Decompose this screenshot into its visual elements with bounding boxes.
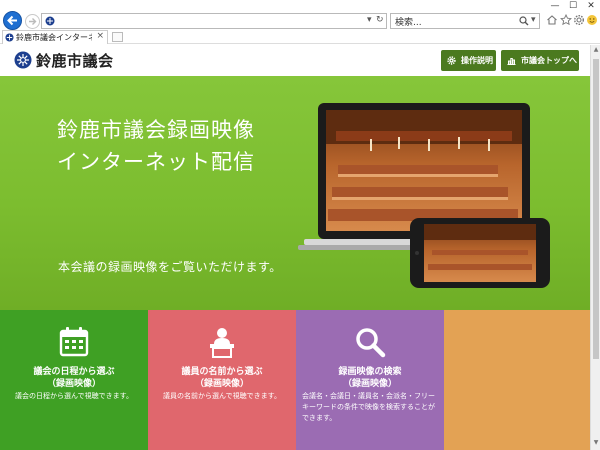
home-icon[interactable] [546, 14, 558, 26]
video-search-card[interactable]: 録画映像の検索 （録画映像） 会議名・会議日・議員名・会派名・フリーキーワードの… [296, 310, 444, 450]
close-window-button[interactable]: ✕ [584, 0, 598, 12]
forward-arrow-icon [29, 18, 37, 25]
back-button[interactable] [3, 11, 22, 30]
card-title-line1: 録画映像の検索 [338, 367, 402, 377]
navigation-cards: 議会の日程から選ぶ （録画映像） 議会の日程から選んで視聴できます。 議員の名前… [0, 310, 590, 450]
maximize-button[interactable]: ☐ [566, 0, 580, 12]
tab-bar: 鈴鹿市議会インターネット議会... × [0, 30, 600, 44]
minimize-button[interactable]: — [548, 0, 562, 12]
hero-subtitle: 本会議の録画映像をご覧いただけます。 [58, 260, 282, 274]
building-icon [507, 58, 516, 65]
select-by-schedule-card[interactable]: 議会の日程から選ぶ （録画映像） 議会の日程から選んで視聴できます。 [0, 310, 148, 450]
refresh-icon[interactable]: ↻ [376, 15, 384, 25]
forward-button[interactable] [25, 14, 40, 29]
calendar-icon [59, 327, 89, 357]
hero-banner: 鈴鹿市議会録画映像 インターネット配信 本会議の録画映像をご覧いただけます。 [0, 76, 590, 310]
manual-button[interactable]: 操作説明 [441, 50, 496, 71]
card-description: 議会の日程から選んで視聴できます。 [15, 392, 133, 400]
hero-title-line2: インターネット配信 [57, 150, 255, 174]
card-title-line1: 議員の名前から選ぶ [181, 367, 263, 377]
card-title: 録画映像の検索 （録画映像） [296, 366, 444, 390]
card-title-line2: （録画映像） [194, 379, 249, 389]
city-emblem-icon[interactable] [14, 51, 32, 69]
settings-gear-icon[interactable] [573, 14, 585, 26]
feedback-smiley-icon[interactable] [586, 14, 598, 26]
card-description: 議員の名前から選んで視聴できます。 [163, 392, 281, 400]
site-name[interactable]: 鈴鹿市議会 [36, 50, 114, 71]
hero-title-line1: 鈴鹿市議会録画映像 [57, 118, 255, 142]
back-arrow-icon [7, 15, 17, 26]
address-bar[interactable]: ▾ ↻ [41, 13, 387, 29]
magnifier-icon [356, 328, 386, 358]
card-title-line2: （録画映像） [342, 379, 397, 389]
vertical-scrollbar[interactable]: ▲ ▼ [590, 45, 600, 450]
search-placeholder: 検索... [395, 18, 422, 28]
search-dropdown-icon[interactable]: ▾ [531, 15, 536, 25]
gear-icon [447, 56, 456, 65]
favorites-star-icon[interactable] [560, 14, 572, 26]
orange-card[interactable] [444, 310, 590, 450]
search-box[interactable]: 検索... ▾ [390, 13, 540, 29]
window-titlebar: — ☐ ✕ [0, 0, 600, 12]
council-top-button-label: 市議会トップへ [521, 56, 577, 65]
speaker-podium-icon [210, 328, 234, 358]
new-tab-button[interactable] [112, 32, 123, 42]
tab-title: 鈴鹿市議会インターネット議会... [16, 33, 92, 42]
scroll-down-arrow-icon[interactable]: ▼ [592, 439, 600, 448]
tab-close-button[interactable]: × [96, 31, 104, 41]
tab-favicon-icon [5, 33, 14, 42]
card-title: 議会の日程から選ぶ （録画映像） [0, 366, 148, 390]
scroll-up-arrow-icon[interactable]: ▲ [592, 46, 600, 55]
site-header: 鈴鹿市議会 操作説明 市議会トップへ [0, 45, 590, 76]
select-by-member-card[interactable]: 議員の名前から選ぶ （録画映像） 議員の名前から選んで視聴できます。 [148, 310, 296, 450]
smartphone-council-image [410, 218, 550, 288]
card-description: 会議名・会議日・議員名・会派名・フリーキーワードの条件で映像を検索することができ… [302, 392, 435, 422]
manual-button-label: 操作説明 [461, 56, 493, 65]
scroll-thumb[interactable] [593, 59, 599, 359]
council-top-button[interactable]: 市議会トップへ [501, 50, 579, 71]
card-title-line1: 議会の日程から選ぶ [33, 367, 115, 377]
card-title: 議員の名前から選ぶ （録画映像） [148, 366, 296, 390]
browser-tab[interactable]: 鈴鹿市議会インターネット議会... × [2, 30, 108, 44]
card-title-line2: （録画映像） [46, 379, 101, 389]
search-icon[interactable] [519, 16, 529, 26]
dropdown-icon[interactable]: ▾ [367, 15, 372, 25]
site-favicon-icon [45, 16, 55, 26]
